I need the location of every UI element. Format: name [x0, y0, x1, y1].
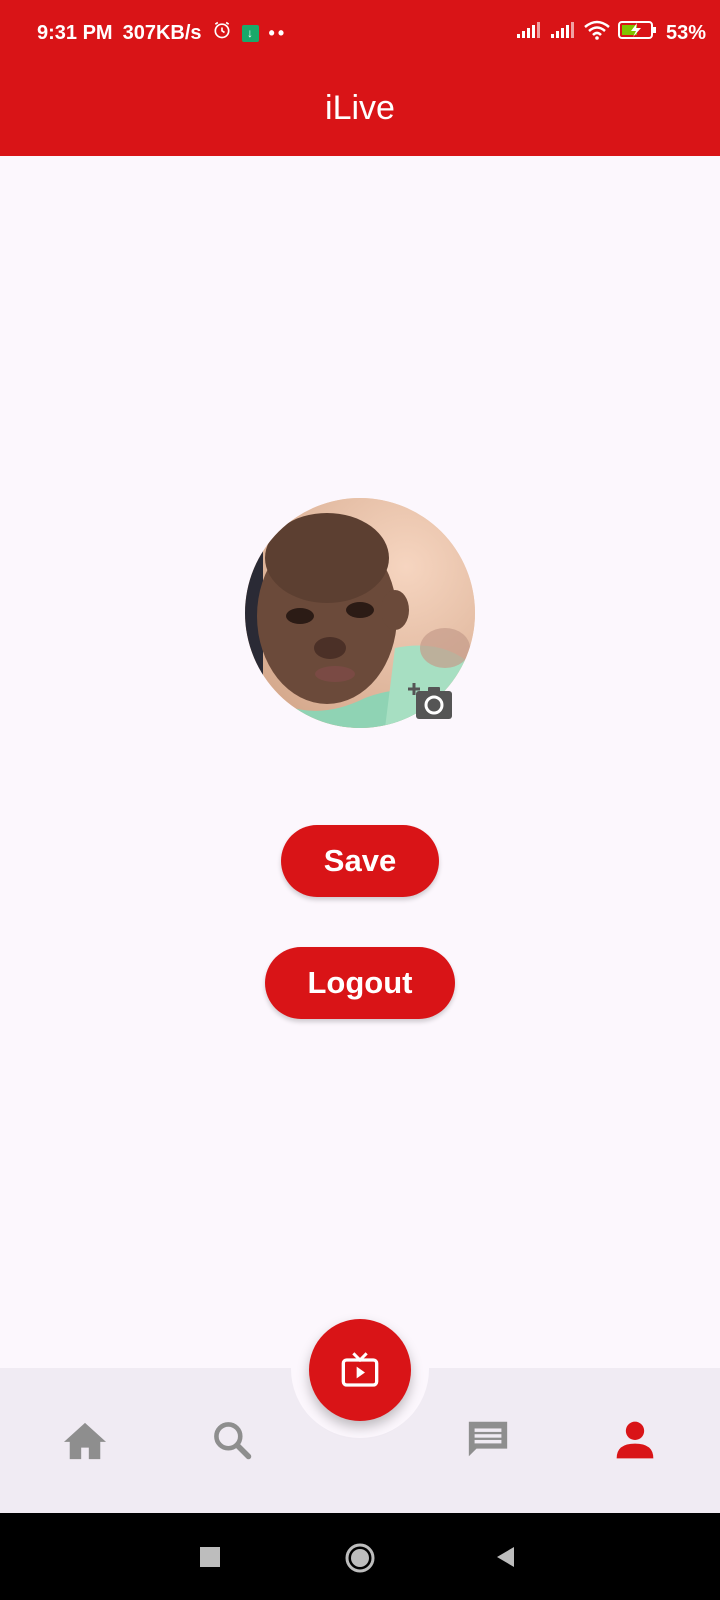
app-title: iLive: [325, 88, 395, 127]
logout-button[interactable]: Logout: [265, 947, 455, 1019]
square-icon: [200, 1547, 220, 1567]
alarm-icon: [212, 20, 232, 46]
app-bar: iLive: [0, 64, 720, 156]
recent-apps-button[interactable]: [198, 1545, 222, 1569]
wifi-icon: [584, 20, 610, 46]
person-icon: [616, 1421, 654, 1459]
status-time: 9:31 PM: [37, 21, 113, 44]
search-icon: [214, 1422, 252, 1460]
chat-icon: [468, 1421, 508, 1457]
add-photo-icon[interactable]: [408, 683, 454, 723]
status-left: 9:31 PM 307KB/s ↓ ••: [37, 20, 287, 46]
nav-profile[interactable]: [600, 1405, 670, 1475]
battery-charging-icon: [617, 20, 658, 46]
signal-icon: [550, 21, 576, 45]
status-bar: 9:31 PM 307KB/s ↓ •• 53%: [0, 0, 720, 64]
status-net-speed: 307KB/s: [122, 21, 202, 44]
nav-chat[interactable]: [453, 1404, 523, 1474]
signal-icon: [516, 21, 542, 45]
circle-icon: [345, 1543, 375, 1573]
more-notifications-icon: ••: [268, 22, 288, 43]
home-icon: [64, 1422, 106, 1460]
nav-search[interactable]: [197, 1405, 267, 1475]
back-triangle-icon: [497, 1547, 514, 1567]
live-tv-icon: [341, 1352, 379, 1387]
go-live-button[interactable]: [309, 1319, 411, 1421]
download-icon: ↓: [241, 24, 259, 42]
home-system-button[interactable]: [344, 1542, 376, 1574]
status-right: 53%: [516, 20, 706, 46]
back-button[interactable]: [493, 1544, 519, 1570]
save-button[interactable]: Save: [281, 825, 439, 897]
battery-percent: 53%: [665, 21, 706, 44]
nav-home[interactable]: [50, 1405, 120, 1475]
